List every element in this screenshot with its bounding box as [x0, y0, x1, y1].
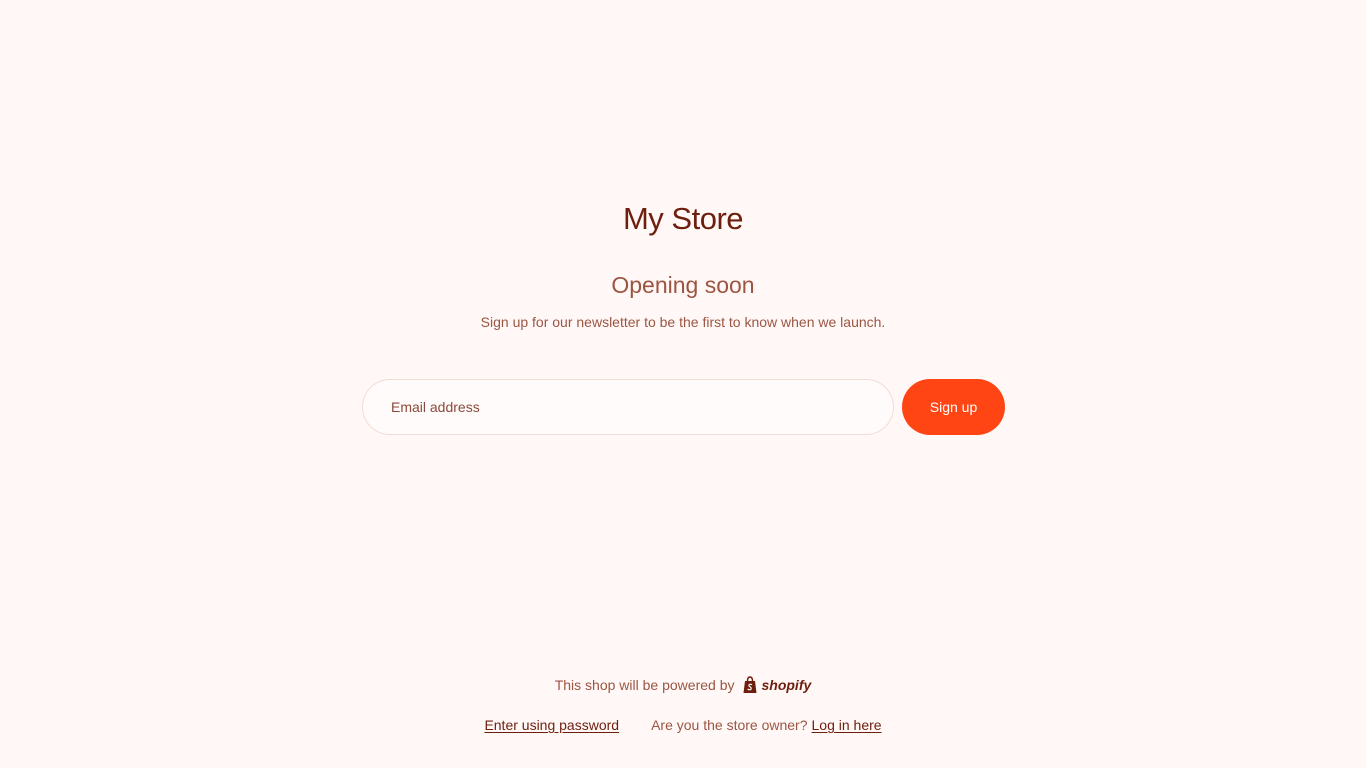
- shopify-logo: shopify: [742, 674, 811, 696]
- email-input[interactable]: [362, 379, 894, 435]
- footer-links: Enter using password Are you the store o…: [0, 714, 1366, 736]
- shopify-wordmark: shopify: [761, 677, 812, 693]
- enter-using-password-link[interactable]: Enter using password: [484, 714, 619, 736]
- sign-up-button[interactable]: Sign up: [902, 379, 1005, 435]
- store-title: My Store: [622, 201, 744, 236]
- opening-soon-heading: Opening soon: [611, 272, 755, 298]
- store-owner-question: Are you the store owner?: [651, 717, 808, 733]
- store-owner-group: Are you the store owner? Log in here: [651, 714, 881, 736]
- powered-by-text: This shop will be powered by: [554, 677, 735, 693]
- shopify-bag-icon: [743, 676, 757, 693]
- newsletter-description: Sign up for our newsletter to be the fir…: [480, 314, 886, 330]
- password-page: My Store Opening soon Sign up for our ne…: [0, 0, 1366, 768]
- powered-by: This shop will be powered by shopify: [0, 674, 1366, 696]
- log-in-link[interactable]: Log in here: [812, 717, 882, 733]
